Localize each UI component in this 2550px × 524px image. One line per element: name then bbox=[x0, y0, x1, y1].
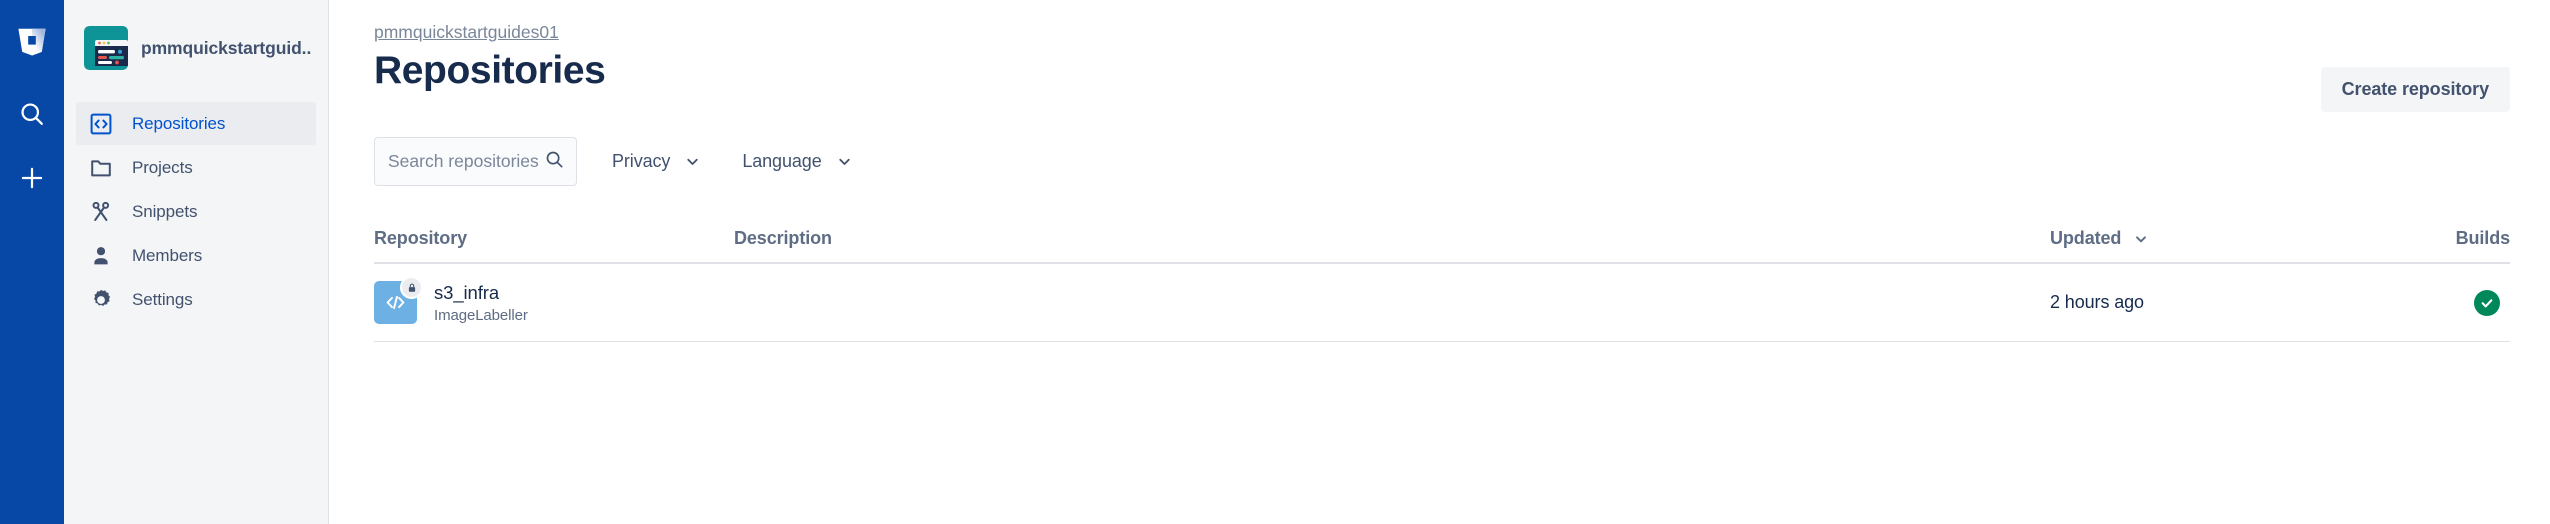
bitbucket-repositories-page: pmmquickstartguid... Repositories Projec… bbox=[0, 0, 2550, 524]
privacy-filter-label: Privacy bbox=[612, 151, 671, 171]
sidebar-item-repositories[interactable]: Repositories bbox=[76, 102, 316, 145]
repository-avatar bbox=[374, 276, 423, 324]
code-brackets-icon bbox=[88, 111, 114, 137]
workspace-name: pmmquickstartguid... bbox=[141, 37, 312, 58]
person-icon bbox=[88, 243, 114, 269]
chevron-down-icon bbox=[836, 153, 853, 170]
repository-updated-text: 2 hours ago bbox=[2050, 292, 2144, 312]
repository-build-status bbox=[2380, 289, 2510, 316]
sidebar-item-label: Settings bbox=[132, 289, 193, 309]
plus-icon[interactable] bbox=[10, 156, 54, 200]
repository-name-link[interactable]: s3_infra bbox=[434, 281, 528, 304]
repository-info: s3_infra ImageLabeller bbox=[434, 281, 528, 324]
sidebar-item-projects[interactable]: Projects bbox=[76, 146, 316, 189]
column-header-repository: Repository bbox=[374, 228, 468, 248]
workspace-avatar-icon bbox=[84, 26, 128, 70]
table-row[interactable]: s3_infra ImageLabeller 2 hours ago bbox=[374, 264, 2510, 342]
repository-cell: s3_infra ImageLabeller bbox=[374, 276, 734, 324]
sidebar-item-label: Members bbox=[132, 245, 203, 265]
bitbucket-logo-icon[interactable] bbox=[10, 18, 54, 62]
column-header-updated-label: Updated bbox=[2050, 228, 2122, 248]
global-navigation-rail bbox=[0, 0, 64, 524]
column-header-updated[interactable]: Updated bbox=[2050, 228, 2380, 249]
language-filter-dropdown[interactable]: Language bbox=[736, 143, 858, 180]
sidebar-nav: Repositories Projects Snippets Members S… bbox=[64, 102, 328, 321]
folder-icon bbox=[88, 155, 114, 181]
chevron-down-icon bbox=[2133, 231, 2149, 247]
sidebar-item-label: Repositories bbox=[132, 113, 226, 133]
gear-icon bbox=[88, 287, 114, 313]
search-repositories-box bbox=[374, 137, 577, 186]
filter-bar: Privacy Language bbox=[374, 137, 2510, 186]
privacy-filter-dropdown[interactable]: Privacy bbox=[606, 143, 707, 180]
table-header-row: Repository Description Updated Builds bbox=[374, 228, 2510, 264]
column-header-builds: Builds bbox=[2455, 228, 2511, 248]
scissors-icon bbox=[88, 199, 114, 225]
repository-project-name: ImageLabeller bbox=[434, 307, 528, 325]
sidebar-item-snippets[interactable]: Snippets bbox=[76, 190, 316, 233]
workspace-switcher[interactable]: pmmquickstartguid... bbox=[64, 14, 328, 76]
search-input[interactable] bbox=[374, 137, 577, 186]
column-header-description: Description bbox=[734, 228, 832, 248]
sidebar-item-members[interactable]: Members bbox=[76, 234, 316, 277]
create-repository-button[interactable]: Create repository bbox=[2320, 67, 2510, 112]
language-filter-label: Language bbox=[742, 151, 822, 171]
search-icon[interactable] bbox=[10, 92, 54, 136]
sidebar-item-settings[interactable]: Settings bbox=[76, 278, 316, 321]
check-circle-icon[interactable] bbox=[2474, 289, 2500, 316]
sidebar-item-label: Snippets bbox=[132, 201, 198, 221]
breadcrumb-workspace[interactable]: pmmquickstartguides01 bbox=[374, 22, 559, 43]
workspace-sidebar: pmmquickstartguid... Repositories Projec… bbox=[64, 0, 329, 524]
lock-icon bbox=[400, 276, 423, 299]
chevron-down-icon bbox=[684, 153, 701, 170]
repositories-table: Repository Description Updated Builds s3… bbox=[374, 228, 2510, 342]
repository-updated: 2 hours ago bbox=[2050, 292, 2380, 313]
page-title: Repositories bbox=[374, 49, 606, 92]
sidebar-item-label: Projects bbox=[132, 157, 193, 177]
main-content: pmmquickstartguides01 Repositories Creat… bbox=[329, 0, 2550, 524]
